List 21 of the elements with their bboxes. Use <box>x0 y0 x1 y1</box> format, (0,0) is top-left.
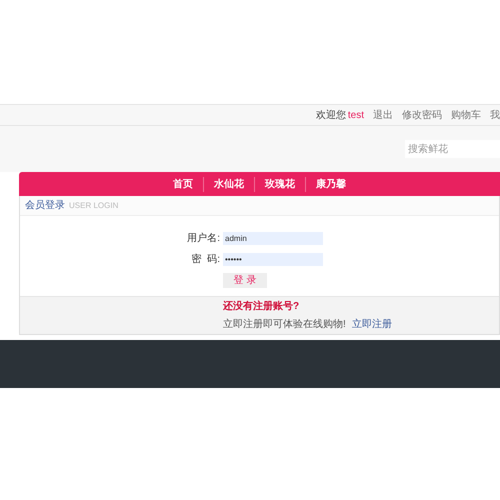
username-label: 用户名: <box>186 232 220 246</box>
password-field[interactable]: •••••• <box>223 253 323 266</box>
username-text: test <box>348 108 364 122</box>
welcome-text: 欢迎您 <box>316 108 346 122</box>
register-text: 立即注册即可体验在线购物! <box>223 318 346 332</box>
header-link[interactable]: 我 <box>490 108 500 122</box>
header-link[interactable]: 购物车 <box>451 108 481 122</box>
username-field[interactable]: admin <box>223 232 323 245</box>
password-label: 密 码: <box>190 252 220 267</box>
header-link[interactable]: 退出 <box>373 108 393 122</box>
nav-link[interactable]: 玫瑰花 <box>254 176 305 192</box>
login-button[interactable]: 登 录 <box>223 273 267 288</box>
nav-link[interactable]: 首页 <box>163 176 203 192</box>
nav-link[interactable]: 康乃馨 <box>305 176 356 192</box>
search-field[interactable]: 搜索鲜花 <box>405 140 500 158</box>
register-link[interactable]: 立即注册 <box>352 317 392 332</box>
login-title: 会员登录 <box>25 199 65 213</box>
register-heading: 还没有注册账号? <box>223 299 300 314</box>
login-subtitle: USER LOGIN <box>69 200 118 212</box>
nav-link[interactable]: 水仙花 <box>203 176 254 192</box>
header-link[interactable]: 修改密码 <box>402 108 442 122</box>
